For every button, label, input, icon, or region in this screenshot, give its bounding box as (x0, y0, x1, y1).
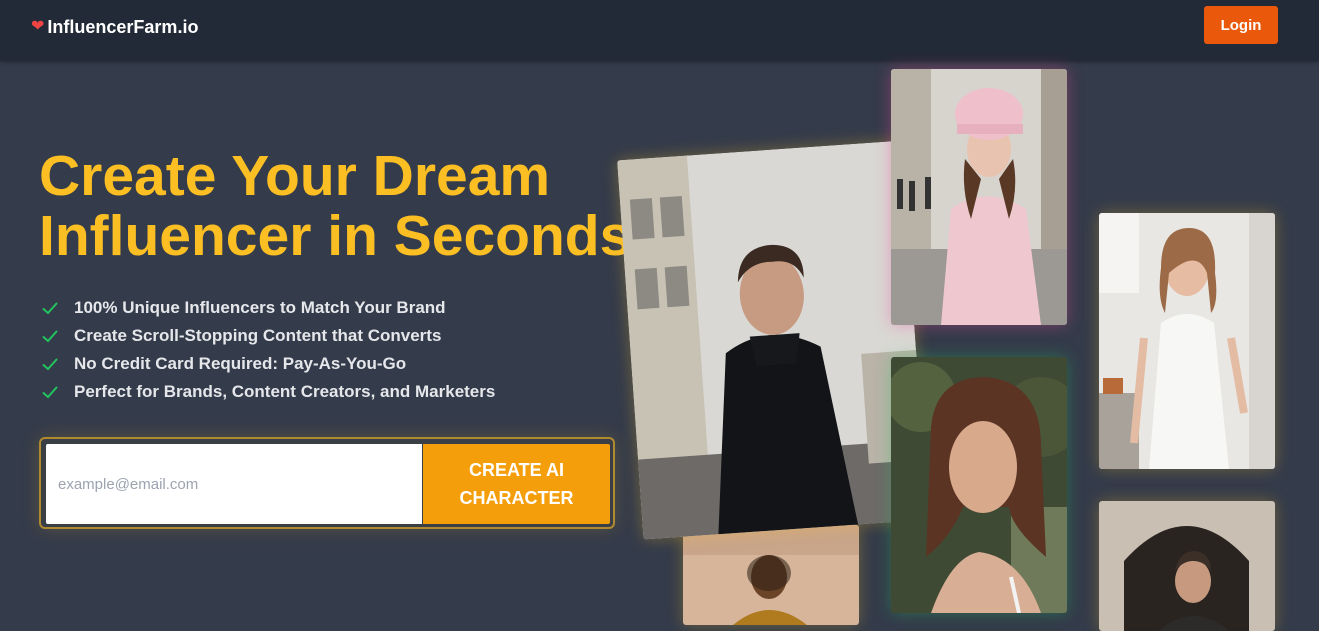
feature-item: No Credit Card Required: Pay-As-You-Go (40, 350, 495, 378)
hero-headline: Create Your Dream Influencer in Seconds (39, 146, 659, 266)
woman-freckles-photo (891, 357, 1067, 613)
check-icon (40, 382, 60, 402)
feature-item: Create Scroll-Stopping Content that Conv… (40, 322, 495, 350)
feature-text: 100% Unique Influencers to Match Your Br… (74, 298, 446, 317)
check-icon (40, 354, 60, 374)
man-dark-coat-photo (617, 140, 928, 540)
login-button[interactable]: Login (1204, 6, 1278, 44)
create-ai-character-button[interactable]: CREATE AI CHARACTER (423, 444, 610, 524)
woman-smiling-photo (683, 525, 859, 625)
feature-list: 100% Unique Influencers to Match Your Br… (40, 294, 495, 406)
woman-pink-coat-photo (891, 69, 1067, 325)
cta-line-1: CREATE AI (468, 460, 564, 480)
headline-line-2: Influencer in Seconds (39, 204, 632, 268)
brand-logo[interactable]: ❤ InfluencerFarm.io (31, 15, 198, 39)
feature-item: Perfect for Brands, Content Creators, an… (40, 378, 495, 406)
woman-white-dress-photo (1099, 213, 1275, 469)
cta-line-2: CHARACTER (459, 488, 574, 508)
feature-text: Perfect for Brands, Content Creators, an… (74, 382, 496, 401)
email-input[interactable] (46, 444, 422, 524)
headline-line-1: Create Your Dream (39, 144, 551, 208)
heart-icon: ❤ (31, 18, 45, 35)
top-navbar: ❤ InfluencerFarm.io Login (0, 0, 1319, 61)
brand-name: InfluencerFarm.io (47, 16, 199, 37)
signup-form: CREATE AI CHARACTER (39, 437, 615, 529)
check-icon (40, 298, 60, 318)
man-archway-photo (1099, 501, 1275, 631)
feature-text: No Credit Card Required: Pay-As-You-Go (74, 354, 407, 373)
feature-item: 100% Unique Influencers to Match Your Br… (40, 294, 495, 322)
feature-text: Create Scroll-Stopping Content that Conv… (74, 326, 442, 345)
check-icon (40, 326, 60, 346)
